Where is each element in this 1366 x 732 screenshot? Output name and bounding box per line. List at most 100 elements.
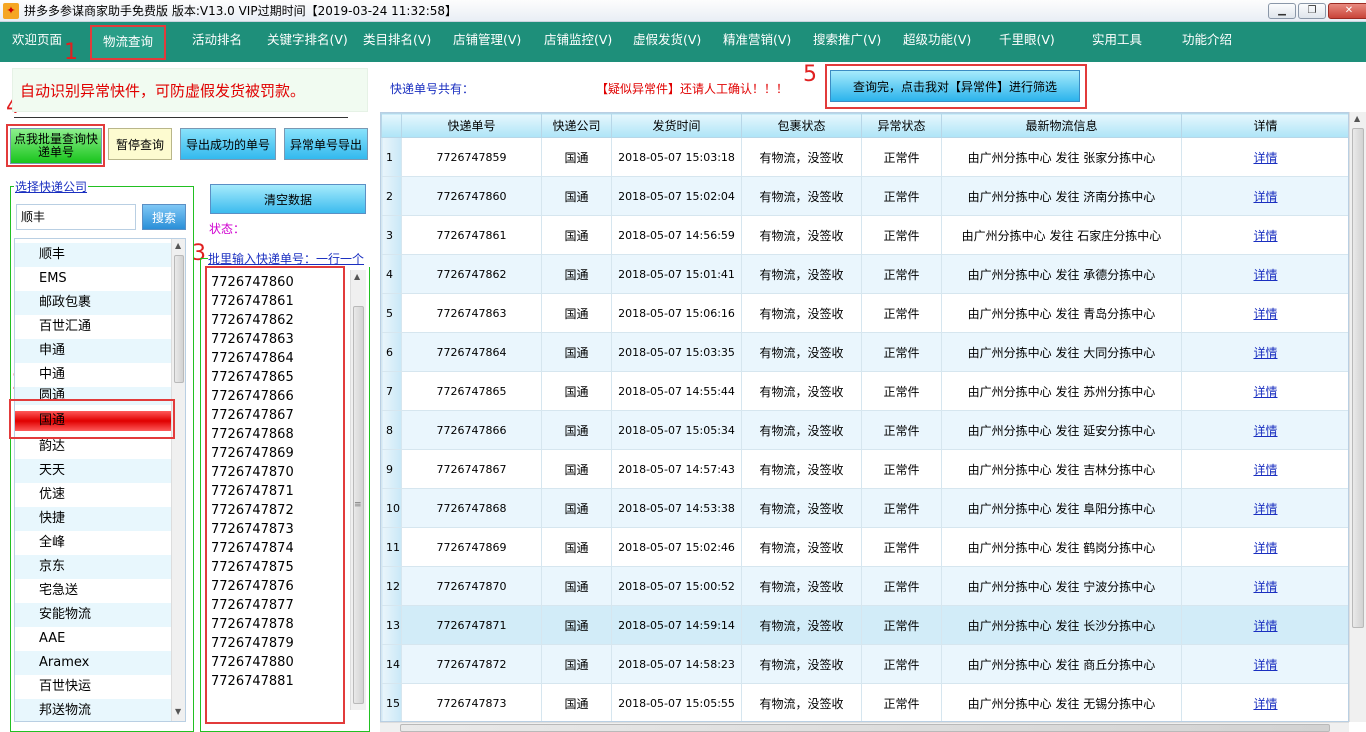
list-item[interactable]: AAE [15, 627, 171, 651]
list-item[interactable]: 百世快运 [15, 675, 171, 699]
latest-info-cell: 由广州分拣中心 发往 承德分拣中心 [941, 254, 1182, 294]
table-row[interactable]: 5 7726747863 国通 2018-05-07 15:06:16 有物流，没签收正… [381, 293, 1348, 333]
courier-search-input[interactable]: 顺丰 [16, 204, 136, 230]
scroll-down-icon[interactable]: ▼ [175, 707, 181, 716]
details-link[interactable]: 详情 [1181, 293, 1348, 333]
menu-item-shop-manage[interactable]: 店铺管理(V) [453, 22, 521, 62]
menu-item-logistics-query[interactable]: 物流查询 [90, 25, 166, 60]
input-scrollbar[interactable]: ▲ ≡ [350, 270, 366, 710]
menu-item-fake-shipping[interactable]: 虚假发货(V) [633, 22, 701, 62]
details-link[interactable]: 详情 [1181, 527, 1348, 567]
column-header-latest-info[interactable]: 最新物流信息 [941, 113, 1182, 138]
pause-query-button[interactable]: 暂停查询 [108, 128, 172, 160]
details-link[interactable]: 详情 [1181, 644, 1348, 684]
menu-item-utilities[interactable]: 实用工具 [1092, 22, 1142, 62]
table-horizontal-scrollbar[interactable] [380, 722, 1349, 732]
table-row[interactable]: 14 7726747872 国通 2018-05-07 14:58:23 有物流，没签收… [381, 644, 1348, 684]
company-cell: 国通 [541, 215, 612, 255]
details-link[interactable]: 详情 [1181, 215, 1348, 255]
scroll-thumb[interactable] [400, 724, 1330, 732]
menu-item-search-promo[interactable]: 搜索推广(V) [813, 22, 881, 62]
table-row[interactable]: 7 7726747865 国通 2018-05-07 14:55:44 有物流，没签收正… [381, 371, 1348, 411]
details-link[interactable]: 详情 [1181, 410, 1348, 450]
table-row[interactable]: 15 7726747873 国通 2018-05-07 15:05:55 有物流，没签收… [381, 683, 1348, 721]
table-row[interactable]: 3 7726747861 国通 2018-05-07 14:56:59 有物流，没签收正… [381, 215, 1348, 255]
details-link[interactable]: 详情 [1181, 371, 1348, 411]
table-row[interactable]: 1 7726747859 国通 2018-05-07 15:03:18 有物流，没签收正… [381, 137, 1348, 177]
column-header-tracking[interactable]: 快递单号 [401, 113, 542, 138]
tracking-number-list[interactable]: 7726747860 7726747861 7726747862 7726747863… [211, 273, 311, 691]
details-link[interactable]: 详情 [1181, 176, 1348, 216]
scroll-up-icon[interactable]: ▲ [1354, 114, 1360, 123]
list-item[interactable]: 优速 [15, 483, 171, 507]
column-header-ship-time[interactable]: 发货时间 [611, 113, 742, 138]
menu-item-keyword-rank[interactable]: 关键字排名(V) [267, 22, 348, 62]
maximize-icon[interactable]: ❐ [1298, 3, 1326, 19]
column-header-package-status[interactable]: 包裹状态 [741, 113, 862, 138]
courier-list-scrollbar[interactable]: ▲ ▼ [171, 239, 185, 721]
row-index: 7 [381, 371, 402, 411]
column-header-abnormal-status[interactable]: 异常状态 [861, 113, 942, 138]
scroll-thumb[interactable] [174, 255, 184, 383]
menu-item-super-functions[interactable]: 超级功能(V) [903, 22, 971, 62]
row-index: 14 [381, 644, 402, 684]
courier-list[interactable]: 顺丰 EMS 邮政包裹 百世汇通 申通 中通 圆通 国通 韵达 天天 优速 快捷… [14, 238, 186, 722]
menu-item-activity-rank[interactable]: 活动排名 [192, 22, 242, 62]
ship-time-cell: 2018-05-07 14:59:14 [611, 605, 742, 645]
list-item[interactable]: 宅急送 [15, 579, 171, 603]
latest-info-cell: 由广州分拣中心 发往 济南分拣中心 [941, 176, 1182, 216]
table-vertical-scrollbar[interactable]: ▲ [1349, 112, 1366, 722]
export-abnormal-button[interactable]: 异常单号导出 [284, 128, 368, 160]
scroll-thumb[interactable] [1352, 128, 1364, 628]
column-header-details[interactable]: 详情 [1181, 113, 1348, 138]
menu-item-feature-intro[interactable]: 功能介绍 [1182, 22, 1232, 62]
company-cell: 国通 [541, 332, 612, 372]
list-item[interactable]: 中通 [15, 363, 171, 387]
table-row[interactable]: 11 7726747869 国通 2018-05-07 15:02:46 有物流，没签收… [381, 527, 1348, 567]
details-link[interactable]: 详情 [1181, 254, 1348, 294]
clear-data-button[interactable]: 清空数据 [210, 184, 366, 214]
details-link[interactable]: 详情 [1181, 566, 1348, 606]
batch-query-button[interactable]: 点我批量查询快递单号 [10, 128, 102, 164]
list-item[interactable]: Aramex [15, 651, 171, 675]
list-item[interactable]: 安能物流 [15, 603, 171, 627]
menu-item-clairvoyance[interactable]: 千里眼(V) [999, 22, 1055, 62]
table-row[interactable]: 9 7726747867 国通 2018-05-07 14:57:43 有物流，没签收正… [381, 449, 1348, 489]
table-row[interactable]: 4 7726747862 国通 2018-05-07 15:01:41 有物流，没签收正… [381, 254, 1348, 294]
list-item[interactable]: 京东 [15, 555, 171, 579]
table-row[interactable]: 10 7726747868 国通 2018-05-07 14:53:38 有物流，没签收… [381, 488, 1348, 528]
details-link[interactable]: 详情 [1181, 605, 1348, 645]
list-item[interactable]: 顺丰 [15, 243, 171, 267]
scroll-up-icon[interactable]: ▲ [354, 272, 360, 281]
list-item[interactable]: 天天 [15, 459, 171, 483]
list-item[interactable]: 邮政包裹 [15, 291, 171, 315]
details-link[interactable]: 详情 [1181, 449, 1348, 489]
list-item[interactable]: 申通 [15, 339, 171, 363]
details-link[interactable]: 详情 [1181, 683, 1348, 721]
table-row[interactable]: 2 7726747860 国通 2018-05-07 15:02:04 有物流，没签收正… [381, 176, 1348, 216]
scroll-up-icon[interactable]: ▲ [175, 241, 181, 250]
filter-abnormal-button[interactable]: 查询完，点击我对【异常件】进行筛选 [830, 70, 1080, 102]
details-link[interactable]: 详情 [1181, 488, 1348, 528]
table-row[interactable]: 13 7726747871 国通 2018-05-07 14:59:14 有物流，没签收… [381, 605, 1348, 645]
list-item[interactable]: 百世汇通 [15, 315, 171, 339]
menu-item-shop-monitor[interactable]: 店铺监控(V) [544, 22, 612, 62]
menu-item-welcome[interactable]: 欢迎页面 [12, 22, 62, 62]
list-item[interactable]: 全峰 [15, 531, 171, 555]
close-icon[interactable]: ✕ [1328, 3, 1366, 19]
minimize-icon[interactable]: ▁ [1268, 3, 1296, 19]
table-row[interactable]: 6 7726747864 国通 2018-05-07 15:03:35 有物流，没签收正… [381, 332, 1348, 372]
list-item[interactable]: EMS [15, 267, 171, 291]
search-button[interactable]: 搜索 [142, 204, 186, 230]
list-item[interactable]: 快捷 [15, 507, 171, 531]
column-header-company[interactable]: 快递公司 [541, 113, 612, 138]
export-success-button[interactable]: 导出成功的单号 [180, 128, 276, 160]
list-item[interactable]: 邦送物流 [15, 699, 171, 721]
table-row[interactable]: 8 7726747866 国通 2018-05-07 15:05:34 有物流，没签收正… [381, 410, 1348, 450]
menu-item-category-rank[interactable]: 类目排名(V) [363, 22, 431, 62]
table-row[interactable]: 12 7726747870 国通 2018-05-07 15:00:52 有物流，没签收… [381, 566, 1348, 606]
details-link[interactable]: 详情 [1181, 137, 1348, 177]
menu-item-precise-marketing[interactable]: 精准营销(V) [723, 22, 791, 62]
tip-text: 自动识别异常快件，可防虚假发货被罚款。 [20, 82, 306, 100]
details-link[interactable]: 详情 [1181, 332, 1348, 372]
